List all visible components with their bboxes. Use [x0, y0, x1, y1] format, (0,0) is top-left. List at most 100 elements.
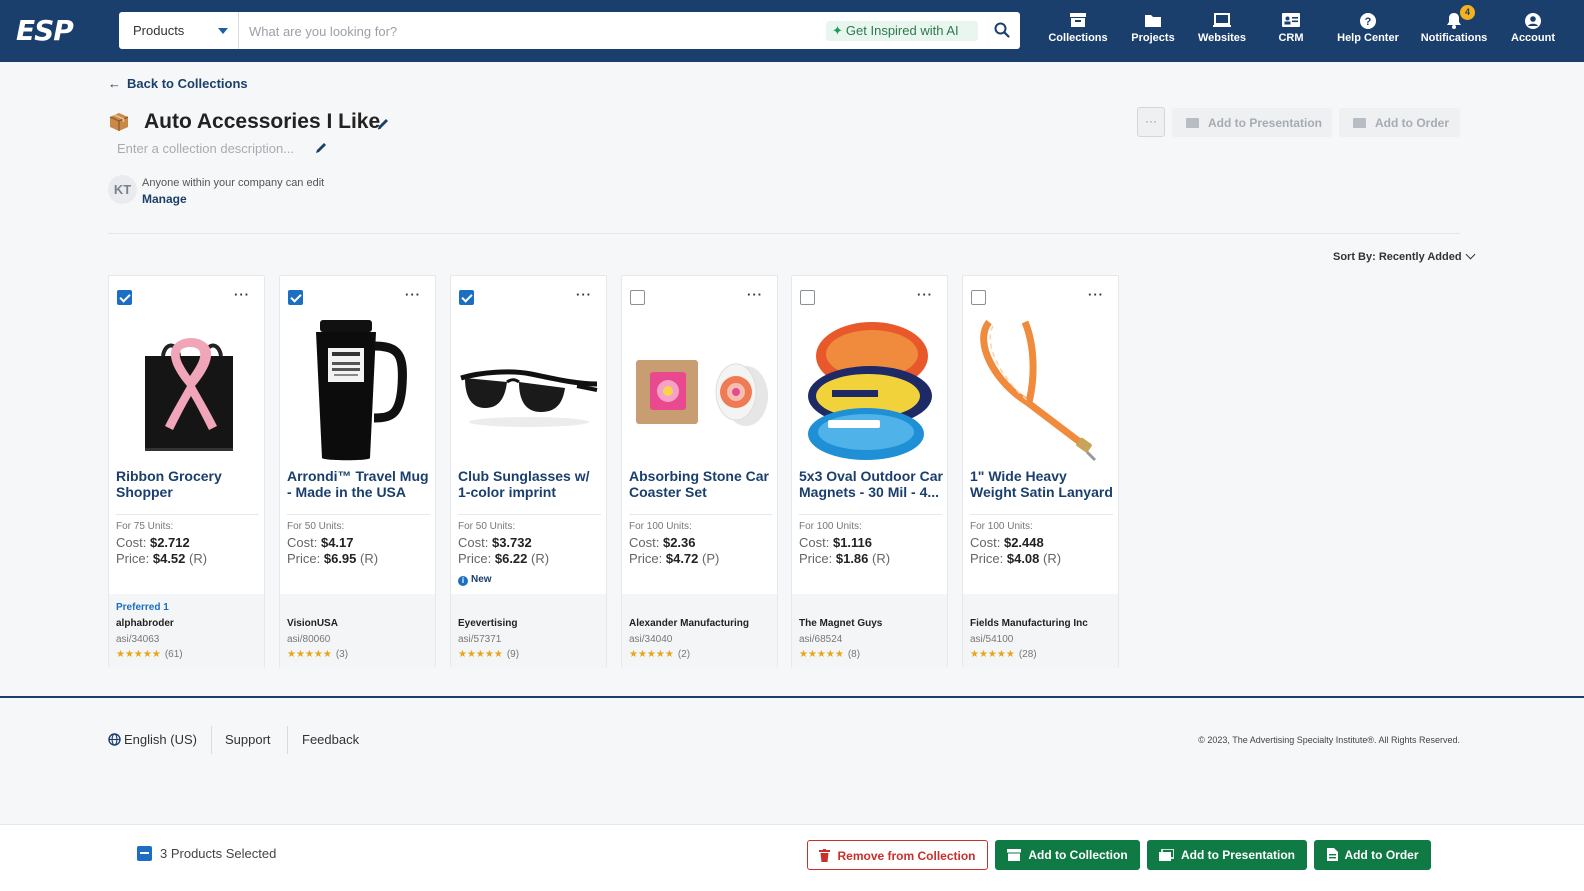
edit-description-pencil-icon[interactable] — [314, 141, 328, 155]
sort-dropdown[interactable]: Sort By: Recently Added — [1333, 249, 1476, 263]
package-box-icon — [109, 113, 129, 131]
nav-projects[interactable]: Projects — [1124, 12, 1182, 54]
add-to-order-button-disabled[interactable]: Add to Order — [1339, 108, 1460, 137]
product-card[interactable]: ··· Club Sunglasses w/ 1-color imprint F… — [450, 275, 607, 668]
add-to-collection-button[interactable]: Add to Collection — [995, 840, 1140, 870]
search-input[interactable] — [249, 21, 809, 41]
footer-separator — [211, 726, 212, 754]
add-to-presentation-button[interactable]: Add to Presentation — [1147, 840, 1307, 870]
product-image-travel-mug[interactable] — [286, 316, 431, 464]
presentation-icon — [1158, 849, 1174, 861]
button-label: Add to Collection — [1028, 848, 1128, 862]
card-more-options-icon[interactable]: ··· — [1088, 287, 1104, 302]
product-image-lanyard[interactable] — [969, 316, 1114, 464]
product-card[interactable]: ··· Absorbing Stone Car Coaster Set For … — [621, 275, 778, 668]
nav-notifications[interactable]: Notifications 4 — [1418, 5, 1490, 54]
new-label: New — [471, 574, 492, 585]
nav-crm[interactable]: CRM — [1270, 12, 1312, 54]
collection-description[interactable]: Enter a collection description... — [117, 141, 294, 156]
supplier-name-link[interactable]: The Magnet Guys — [799, 618, 882, 629]
nav-account[interactable]: Account — [1508, 12, 1558, 54]
supplier-rating: ★★★★★ (8) — [799, 649, 860, 660]
cost-label: Cost: — [458, 535, 489, 550]
feedback-link[interactable]: Feedback — [302, 732, 359, 747]
search-icon[interactable] — [993, 21, 1011, 39]
nav-websites[interactable]: Websites — [1194, 12, 1250, 54]
product-card[interactable]: ··· Ribbon Grocery Shopper For 75 Units:… — [108, 275, 265, 668]
card-divider — [287, 514, 430, 515]
supplier-section: The Magnet Guys asi/68524 ★★★★★ (8) — [792, 594, 947, 668]
contact-card-icon — [1282, 13, 1300, 27]
product-card[interactable]: ··· Arrondi™ Travel Mug - Made in the US… — [279, 275, 436, 668]
product-card[interactable]: ··· 1" Wide Heavy Weight Satin Lanyard F… — [962, 275, 1119, 668]
page-title: Auto Accessories I Like — [144, 110, 381, 133]
search-category-label: Products — [133, 23, 185, 38]
remove-from-collection-button[interactable]: Remove from Collection — [807, 840, 988, 870]
support-link[interactable]: Support — [225, 732, 271, 747]
product-name-link[interactable]: Club Sunglasses w/ 1-color imprint — [458, 468, 602, 500]
globe-icon — [108, 733, 121, 746]
archive-box-icon — [1007, 849, 1022, 861]
add-to-presentation-button-disabled[interactable]: Add to Presentation — [1172, 108, 1332, 137]
product-name-link[interactable]: 1" Wide Heavy Weight Satin Lanyard — [970, 468, 1114, 500]
select-all-checkbox[interactable] — [137, 846, 152, 861]
supplier-rating: ★★★★★ (3) — [287, 649, 348, 660]
esp-logo[interactable]: ESP — [16, 15, 92, 47]
user-circle-icon — [1525, 13, 1541, 29]
asi-number: asi/80060 — [287, 634, 331, 645]
rating-count: (28) — [1018, 649, 1037, 660]
price-value: $4.52 — [152, 551, 186, 566]
product-image-stone-coasters[interactable] — [628, 316, 773, 464]
manage-permissions-link[interactable]: Manage — [142, 192, 187, 206]
add-to-order-button[interactable]: Add to Order — [1314, 840, 1431, 870]
product-name-link[interactable]: 5x3 Oval Outdoor Car Magnets - 30 Mil - … — [799, 468, 943, 500]
supplier-name-link[interactable]: Eyevertising — [458, 618, 517, 629]
product-card[interactable]: ··· 5x3 Oval Outdoor Car Magnets - 30 Mi… — [791, 275, 948, 668]
cost-value: $2.36 — [662, 535, 696, 550]
product-checkbox[interactable] — [459, 290, 474, 305]
product-name-link[interactable]: Arrondi™ Travel Mug - Made in the USA — [287, 468, 431, 500]
product-checkbox[interactable] — [117, 290, 132, 305]
cost-value: $1.116 — [832, 535, 873, 550]
language-selector[interactable]: English (US) — [108, 732, 197, 747]
nav-collections[interactable]: Collections — [1045, 12, 1111, 54]
chevron-down-icon — [1465, 249, 1476, 260]
supplier-name-link[interactable]: Fields Manufacturing Inc — [970, 618, 1088, 629]
supplier-section: Preferred 1 alphabroder asi/34063 ★★★★★(… — [109, 594, 264, 668]
button-label: Add to Presentation — [1180, 848, 1295, 862]
supplier-name-link[interactable]: Alexander Manufacturing — [629, 618, 749, 629]
card-more-options-icon[interactable]: ··· — [576, 287, 592, 302]
ai-button-label: Get Inspired with AI — [845, 23, 959, 38]
card-more-options-icon[interactable]: ··· — [917, 287, 933, 302]
product-checkbox[interactable] — [288, 290, 303, 305]
card-more-options-icon[interactable]: ··· — [234, 287, 250, 302]
order-icon — [1353, 118, 1366, 128]
star-rating-icon: ★★★★★ — [629, 649, 674, 660]
nav-help-center[interactable]: ? Help Center — [1334, 12, 1402, 54]
rating-count: (61) — [164, 649, 183, 660]
more-options-button[interactable]: ··· — [1137, 107, 1165, 137]
card-more-options-icon[interactable]: ··· — [747, 287, 763, 302]
sparkle-icon: ✦ — [832, 23, 843, 38]
product-checkbox[interactable] — [630, 290, 645, 305]
product-checkbox[interactable] — [971, 290, 986, 305]
cost-label: Cost: — [287, 535, 318, 550]
search-category-select[interactable]: Products — [119, 12, 239, 49]
get-inspired-ai-button[interactable]: ✦ Get Inspired with AI — [826, 21, 978, 41]
units-label: For 50 Units: — [287, 521, 345, 532]
supplier-name-link[interactable]: alphabroder — [116, 618, 174, 629]
selection-action-bar: 3 Products Selected Remove from Collecti… — [0, 824, 1584, 891]
trash-icon — [819, 849, 831, 862]
product-image-ribbon-tote[interactable] — [115, 316, 260, 464]
back-to-collections-link[interactable]: ← Back to Collections — [108, 76, 248, 91]
product-name-link[interactable]: Absorbing Stone Car Coaster Set — [629, 468, 773, 500]
supplier-name-link[interactable]: VisionUSA — [287, 618, 338, 629]
product-image-car-magnets[interactable] — [798, 316, 943, 464]
supplier-section: VisionUSA asi/80060 ★★★★★ (3) — [280, 594, 435, 668]
product-name-link[interactable]: Ribbon Grocery Shopper — [116, 468, 260, 500]
edit-title-pencil-icon[interactable] — [376, 117, 390, 131]
product-checkbox[interactable] — [800, 290, 815, 305]
supplier-section: Fields Manufacturing Inc asi/54100 ★★★★★… — [963, 594, 1118, 668]
product-image-sunglasses[interactable] — [457, 316, 602, 464]
card-more-options-icon[interactable]: ··· — [405, 287, 421, 302]
